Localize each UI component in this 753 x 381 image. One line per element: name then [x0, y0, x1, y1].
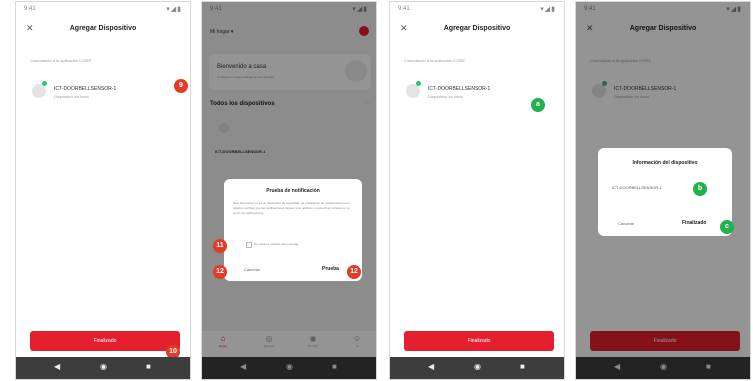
nav-recent-icon[interactable]: ■: [146, 362, 151, 371]
page-title: Agregar Dispositivo: [443, 25, 511, 32]
online-dot: [42, 81, 47, 86]
dialog-title: Prueba de notificación: [266, 188, 320, 194]
android-nav-bar: ◀ ◉ ■: [390, 357, 564, 379]
online-dot: [416, 81, 421, 86]
device-icon: [406, 84, 420, 98]
device-name: ICT-DOORBELLSENSOR-1: [428, 86, 491, 92]
callout-badge-11: 11: [213, 239, 227, 253]
status-bar: 9:41 ▾◢▮: [16, 2, 190, 16]
device-icon: [32, 84, 46, 98]
done-dialog-button[interactable]: Finalizado: [682, 220, 706, 226]
nav-recent-icon[interactable]: ■: [520, 362, 525, 371]
connection-hint: Conectando a la aplicación ICSEE: [404, 58, 466, 63]
nav-back-icon[interactable]: ◀: [54, 362, 60, 371]
cancel-button[interactable]: Cancelar: [244, 267, 260, 272]
dont-show-label: No volver a mostrar este mensaje: [254, 242, 299, 246]
dialog-title: Información del dispositivo: [632, 160, 698, 166]
cancel-button[interactable]: Cancelar: [618, 221, 634, 226]
done-button[interactable]: Finalizado: [404, 331, 554, 351]
connection-hint: Conectando a la aplicación ICSEE: [30, 58, 92, 63]
callout-badge-b: b: [693, 182, 707, 196]
status-icons: ▾◢▮: [540, 6, 556, 13]
phone-home-notification: 9:41 ▾◢▮ Mi hogar ▾ Bienvenido a casa Co…: [201, 1, 377, 380]
nav-home-icon[interactable]: ◉: [474, 362, 481, 371]
status-icons: ▾◢▮: [166, 6, 182, 13]
done-button[interactable]: Finalizado: [30, 331, 180, 351]
app-bar: ✕ Agregar Dispositivo: [16, 16, 190, 44]
device-info-dialog: Información del dispositivo ICT-DOORBELL…: [598, 148, 732, 236]
callout-badge-12-test: 12: [347, 265, 361, 279]
device-name-field[interactable]: ICT-DOORBELLSENSOR-1: [612, 185, 662, 190]
app-bar: ✕ Agregar Dispositivo: [390, 16, 564, 44]
phone-add-device-2: 9:41 ▾◢▮ ✕ Agregar Dispositivo Conectand…: [389, 1, 565, 380]
status-time: 9:41: [24, 6, 36, 12]
notification-test-dialog: Prueba de notificación Este dispositivo …: [224, 179, 362, 281]
callout-badge-c: c: [720, 220, 734, 234]
device-list-item[interactable]: ICT-DOORBELLSENSOR-1 Dispositivo en líne…: [32, 76, 182, 106]
callout-badge-9: 9: [174, 79, 188, 93]
status-time: 9:41: [398, 6, 410, 12]
device-status: Dispositivo en línea: [54, 94, 89, 99]
callout-badge-a: a: [531, 98, 545, 112]
status-bar: 9:41 ▾◢▮: [390, 2, 564, 16]
test-button[interactable]: Prueba: [322, 266, 339, 272]
device-status: Dispositivo en línea: [428, 94, 463, 99]
dont-show-checkbox[interactable]: [246, 242, 252, 248]
phone-device-info: 9:41 ▾◢▮ ✕ Agregar Dispositivo Conectand…: [575, 1, 751, 380]
android-nav-bar: ◀ ◉ ■: [16, 357, 190, 379]
callout-badge-12-cancel: 12: [213, 265, 227, 279]
device-name: ICT-DOORBELLSENSOR-1: [54, 86, 117, 92]
nav-home-icon[interactable]: ◉: [100, 362, 107, 371]
dialog-body: Este dispositivo no es un dispositivo de…: [233, 201, 350, 215]
phone-add-device-1: 9:41 ▾◢▮ ✕ Agregar Dispositivo Conectand…: [15, 1, 191, 380]
nav-back-icon[interactable]: ◀: [428, 362, 434, 371]
page-title: Agregar Dispositivo: [69, 25, 137, 32]
